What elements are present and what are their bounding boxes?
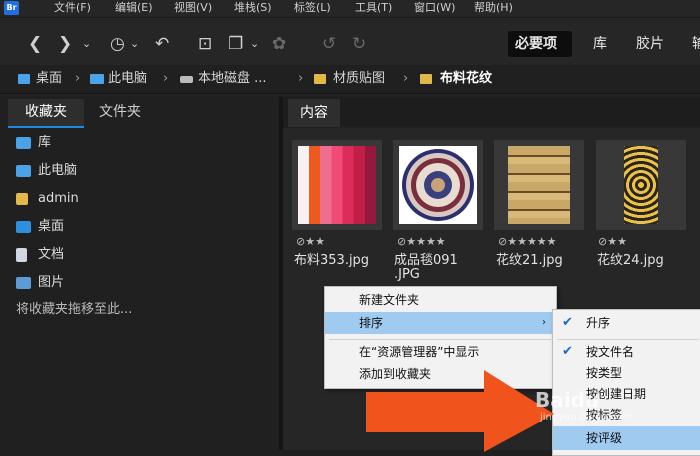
chevron-down-icon[interactable]: ⌄ <box>82 34 91 54</box>
chevron-down-icon[interactable]: ⌄ <box>250 34 259 54</box>
menu-separator <box>329 339 551 340</box>
menu-edit[interactable]: 编辑(E) <box>115 1 153 15</box>
fav-pictures[interactable]: 图片 <box>38 275 64 291</box>
check-icon: ✔ <box>562 315 573 330</box>
tab-active-indicator <box>8 126 84 128</box>
menu-window[interactable]: 窗口(W) <box>414 1 455 15</box>
menu-bar <box>0 0 700 18</box>
fav-library[interactable]: 库 <box>38 135 51 151</box>
desktop-icon <box>18 74 30 84</box>
thumbnail-cell[interactable] <box>292 140 382 230</box>
thumbnail-cell[interactable] <box>494 140 584 230</box>
ctx-sort[interactable]: 排序 › <box>325 312 554 334</box>
thumbnail-image <box>624 146 658 224</box>
sort-ascending[interactable]: ✔ 升序 <box>553 311 700 335</box>
rating-stars[interactable]: ⊘★★★★★ <box>498 236 557 248</box>
sort-by-rating-label: 按评级 <box>586 431 623 445</box>
sort-ascending-label: 升序 <box>586 316 611 330</box>
menu-view[interactable]: 视图(V) <box>174 1 212 15</box>
ctx-new-folder-label: 新建文件夹 <box>359 293 420 307</box>
crumb-fabric-patterns[interactable]: 布料花纹 <box>440 71 492 87</box>
crumb-this-pc[interactable]: 此电脑 <box>108 71 147 87</box>
rating-stars[interactable]: ⊘★★★★ <box>397 236 446 248</box>
boomerang-icon[interactable]: ↶ <box>155 34 169 54</box>
ctx-show-in-explorer[interactable]: 在“资源管理器”中显示 <box>325 341 554 363</box>
chevron-down-icon[interactable]: ⌄ <box>130 34 139 54</box>
fav-desktop[interactable]: 桌面 <box>38 219 64 235</box>
menu-stacks[interactable]: 堆栈(S) <box>234 1 272 15</box>
ctx-new-folder[interactable]: 新建文件夹 <box>325 289 554 311</box>
menu-help[interactable]: 帮助(H) <box>474 1 513 15</box>
desktop-icon <box>16 221 31 233</box>
thumbnail-image <box>508 146 570 224</box>
file-name: 花纹24.jpg <box>597 253 664 268</box>
camera-import-icon[interactable]: ⊡ <box>198 34 212 54</box>
thumbnail-cell[interactable] <box>596 140 686 230</box>
forward-icon[interactable]: ❯ <box>58 34 72 54</box>
document-icon <box>16 248 27 262</box>
rating-stars[interactable]: ⊘★★ <box>598 236 627 248</box>
workspace-essentials[interactable]: 必要项 <box>515 35 557 53</box>
library-icon <box>16 137 31 149</box>
workspace-filmstrip[interactable]: 胶片 <box>636 35 664 53</box>
rating-stars[interactable]: ⊘★★ <box>296 236 325 248</box>
thumbnail-image <box>298 146 376 224</box>
tab-favorites[interactable]: 收藏夹 <box>8 99 84 126</box>
bridge-logo: Br <box>4 1 19 15</box>
chevron-right-icon: › <box>163 71 169 86</box>
watermark-logo: Baidu <box>535 388 600 412</box>
folder-icon <box>420 74 432 84</box>
rotate-cw-icon[interactable]: ↻ <box>352 34 366 54</box>
file-name: 花纹21.jpg <box>496 253 563 268</box>
menu-tools[interactable]: 工具(T) <box>355 1 392 15</box>
content-tabbar <box>283 97 700 127</box>
workspace-output[interactable]: 输 <box>692 35 700 53</box>
thumbnail-image <box>399 146 477 224</box>
fav-documents[interactable]: 文档 <box>38 247 64 263</box>
back-icon[interactable]: ❮ <box>28 34 42 54</box>
tab-content[interactable]: 内容 <box>288 99 340 127</box>
thumbnail-cell[interactable] <box>393 140 483 230</box>
crumb-material[interactable]: 材质贴图 <box>333 71 385 87</box>
favorites-drop-hint: 将收藏夹拖移至此... <box>16 302 133 317</box>
rotate-ccw-icon[interactable]: ↺ <box>322 34 336 54</box>
tutorial-arrow-graphic <box>366 370 554 452</box>
ctx-sort-label: 排序 <box>359 316 384 330</box>
pictures-icon <box>16 277 31 289</box>
chevron-right-icon: › <box>403 71 409 86</box>
camera-raw-icon[interactable]: ✿ <box>272 34 286 54</box>
chevron-right-icon: › <box>75 71 81 86</box>
folder-icon <box>314 74 326 84</box>
watermark-url: jingyan.baidu.com <box>540 412 633 423</box>
round-rug-graphic <box>402 149 474 221</box>
menu-file[interactable]: 文件(F) <box>54 1 91 15</box>
submenu-arrow-icon: › <box>542 317 546 328</box>
crumb-local-disk[interactable]: 本地磁盘 ... <box>198 71 267 87</box>
pc-icon <box>16 165 31 177</box>
sort-by-rating[interactable]: 按评级 <box>553 426 700 450</box>
chevron-right-icon: › <box>298 71 304 86</box>
fav-admin[interactable]: admin <box>38 191 79 207</box>
file-name: 布料353.jpg <box>294 253 370 268</box>
file-name-line2: .JPG <box>394 267 420 282</box>
workspace-library[interactable]: 库 <box>593 35 607 53</box>
user-folder-icon <box>16 193 28 205</box>
ctx-show-in-explorer-label: 在“资源管理器”中显示 <box>359 345 480 359</box>
fav-this-pc[interactable]: 此电脑 <box>38 163 77 179</box>
menu-label[interactable]: 标签(L) <box>294 1 331 15</box>
drive-icon <box>180 76 193 83</box>
pc-icon <box>90 74 104 84</box>
crumb-desktop[interactable]: 桌面 <box>36 71 62 87</box>
refine-icon[interactable]: ❐ <box>228 34 243 54</box>
tab-folders[interactable]: 文件夹 <box>84 99 156 126</box>
recent-history-icon[interactable]: ◷ <box>110 34 125 54</box>
